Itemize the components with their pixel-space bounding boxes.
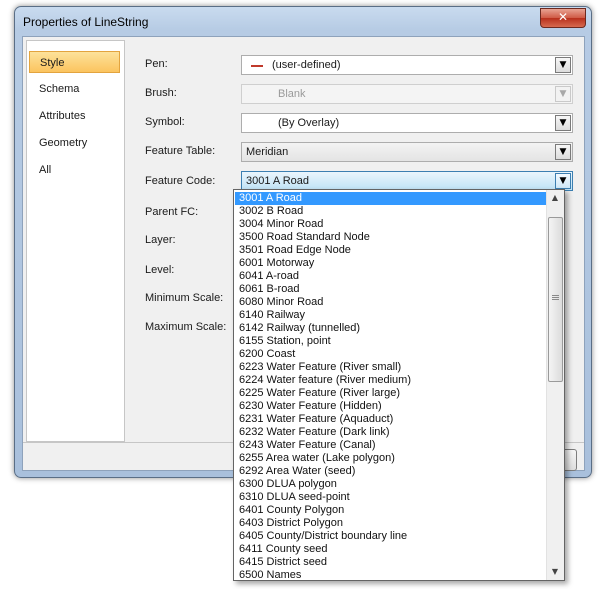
dropdown-option[interactable]: 3004 Minor Road xyxy=(235,218,548,231)
parent-fc-label: Parent FC: xyxy=(145,206,199,218)
dropdown-option[interactable]: 6142 Railway (tunnelled) xyxy=(235,322,548,335)
dropdown-option[interactable]: 6403 District Polygon xyxy=(235,517,548,530)
dropdown-option[interactable]: 6405 County/District boundary line xyxy=(235,530,548,543)
chevron-down-icon[interactable]: ▼ xyxy=(555,57,571,73)
feature-code-dropdown[interactable]: 3001 A Road 3002 B Road 3004 Minor Road 350… xyxy=(233,189,565,581)
minimum-scale-label: Minimum Scale: xyxy=(145,292,224,304)
scroll-down-icon[interactable]: ▼ xyxy=(547,564,563,580)
pen-swatch xyxy=(251,65,263,67)
dropdown-option[interactable]: 6061 B-road xyxy=(235,283,548,296)
feature-code-value: 3001 A Road xyxy=(246,175,310,187)
dropdown-option[interactable]: 6500 Names xyxy=(235,569,548,582)
feature-table-combo[interactable]: Meridian ▼ xyxy=(241,142,573,162)
dropdown-scrollbar[interactable]: ▲ ▼ xyxy=(546,190,564,580)
dropdown-option[interactable]: 6415 District seed xyxy=(235,556,548,569)
sidebar-item-style[interactable]: Style xyxy=(29,51,120,73)
dropdown-option[interactable]: 6155 Station, point xyxy=(235,335,548,348)
chevron-down-icon[interactable]: ▼ xyxy=(555,115,571,131)
dropdown-option[interactable]: 3501 Road Edge Node xyxy=(235,244,548,257)
brush-combo: Blank ▼ xyxy=(241,84,573,104)
dropdown-option[interactable]: 6255 Area water (Lake polygon) xyxy=(235,452,548,465)
grip-line xyxy=(552,299,559,300)
symbol-value: (By Overlay) xyxy=(278,117,340,129)
sidebar-item-geometry[interactable]: Geometry xyxy=(29,132,120,154)
title-bar: Properties of LineString ✕ xyxy=(15,7,591,37)
dropdown-option[interactable]: 6140 Railway xyxy=(235,309,548,322)
close-button[interactable]: ✕ xyxy=(540,8,586,28)
layer-label: Layer: xyxy=(145,234,176,246)
feature-code-combo[interactable]: 3001 A Road ▼ xyxy=(241,171,573,191)
grip-line xyxy=(552,297,559,298)
dropdown-option[interactable]: 6300 DLUA polygon xyxy=(235,478,548,491)
dropdown-option[interactable]: 6401 County Polygon xyxy=(235,504,548,517)
feature-table-label: Feature Table: xyxy=(145,145,216,157)
pen-combo[interactable]: (user-defined) ▼ xyxy=(241,55,573,75)
feature-code-label: Feature Code: xyxy=(145,175,216,187)
feature-table-value: Meridian xyxy=(246,146,289,158)
dropdown-option[interactable]: 6243 Water Feature (Canal) xyxy=(235,439,548,452)
scroll-thumb[interactable] xyxy=(548,217,563,382)
dropdown-option[interactable]: 6310 DLUA seed-point xyxy=(235,491,548,504)
chevron-down-icon[interactable]: ▼ xyxy=(555,144,571,160)
chevron-down-icon[interactable]: ▼ xyxy=(555,173,571,189)
dropdown-option[interactable]: 6001 Motorway xyxy=(235,257,548,270)
dropdown-option[interactable]: 6080 Minor Road xyxy=(235,296,548,309)
dropdown-option[interactable]: 3500 Road Standard Node xyxy=(235,231,548,244)
dropdown-option[interactable]: 3002 B Road xyxy=(235,205,548,218)
dropdown-option[interactable]: 6411 County seed xyxy=(235,543,548,556)
window-title: Properties of LineString xyxy=(23,15,149,29)
symbol-combo[interactable]: (By Overlay) ▼ xyxy=(241,113,573,133)
dropdown-option[interactable]: 6223 Water Feature (River small) xyxy=(235,361,548,374)
pen-label: Pen: xyxy=(145,58,168,70)
category-sidebar: Style Schema Attributes Geometry All xyxy=(26,40,125,442)
sidebar-item-attributes[interactable]: Attributes xyxy=(29,105,120,127)
level-label: Level: xyxy=(145,264,175,276)
pen-value: (user-defined) xyxy=(272,59,341,71)
dropdown-option[interactable]: 3001 A Road xyxy=(235,192,548,205)
brush-value: Blank xyxy=(278,88,306,100)
dropdown-option[interactable]: 6232 Water Feature (Dark link) xyxy=(235,426,548,439)
dropdown-option[interactable]: 6225 Water Feature (River large) xyxy=(235,387,548,400)
grip-line xyxy=(552,295,559,296)
scroll-up-icon[interactable]: ▲ xyxy=(547,190,563,206)
maximum-scale-label: Maximum Scale: xyxy=(145,321,227,333)
dropdown-option[interactable]: 6200 Coast xyxy=(235,348,548,361)
chevron-down-icon: ▼ xyxy=(555,86,571,102)
dropdown-option[interactable]: 6224 Water feature (River medium) xyxy=(235,374,548,387)
symbol-label: Symbol: xyxy=(145,116,185,128)
dropdown-option[interactable]: 6041 A-road xyxy=(235,270,548,283)
brush-label: Brush: xyxy=(145,87,177,99)
sidebar-item-schema[interactable]: Schema xyxy=(29,78,120,100)
dropdown-option[interactable]: 6231 Water Feature (Aquaduct) xyxy=(235,413,548,426)
sidebar-item-all[interactable]: All xyxy=(29,159,120,181)
dropdown-option[interactable]: 6292 Area Water (seed) xyxy=(235,465,548,478)
dropdown-option[interactable]: 6230 Water Feature (Hidden) xyxy=(235,400,548,413)
